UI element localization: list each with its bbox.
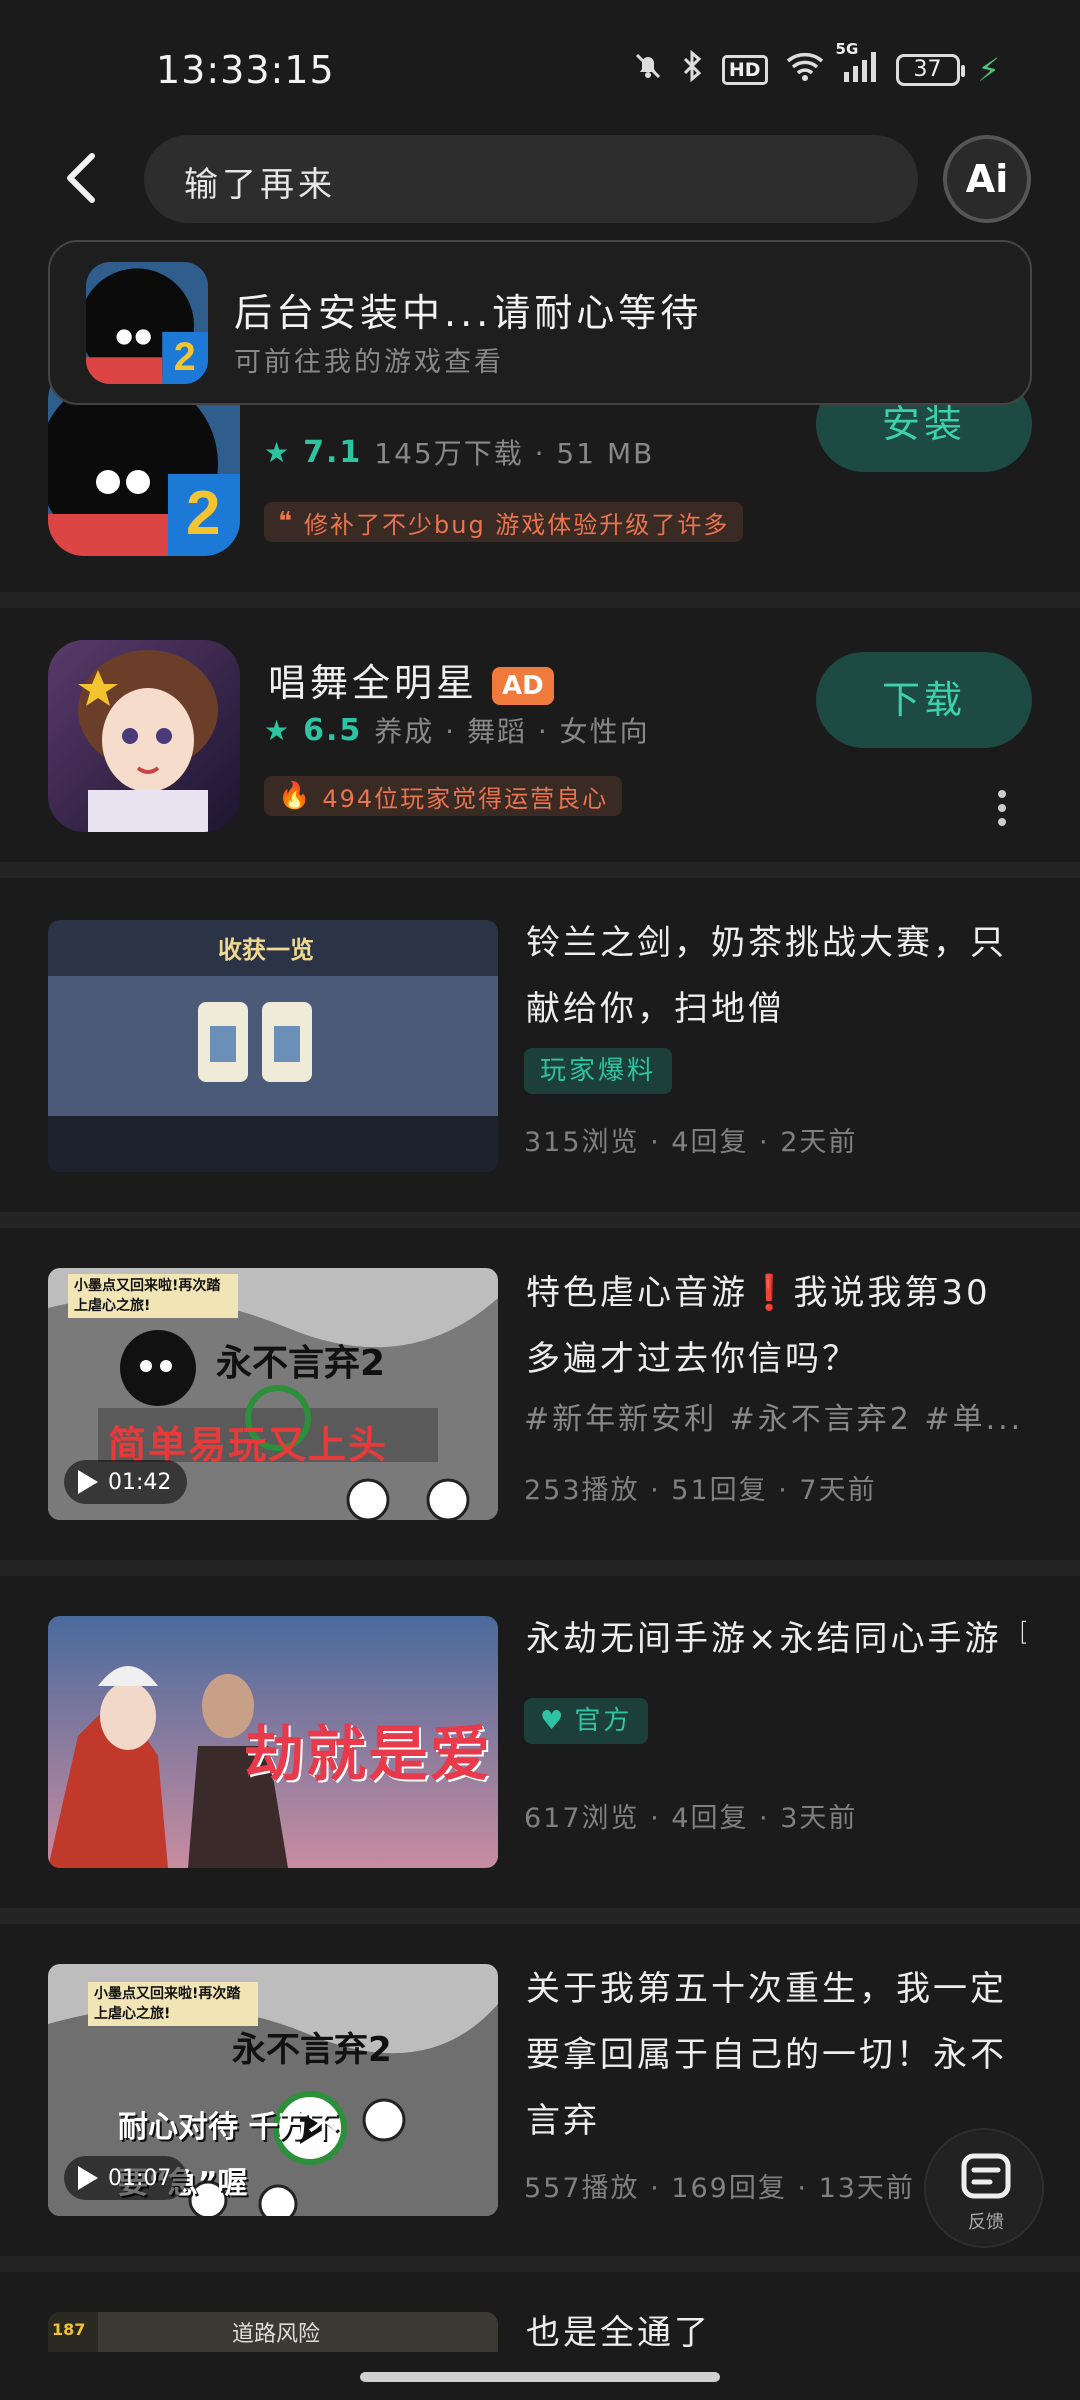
thumb-top-text: 小墨点又回来啦!再次踏上虐心之旅!: [88, 1982, 258, 2026]
network-type: 5G: [835, 40, 859, 58]
svg-text:2: 2: [186, 479, 220, 548]
wifi-icon: [786, 51, 824, 89]
video-duration: 01:07: [64, 2156, 188, 2200]
mute-icon: [632, 50, 664, 90]
play-icon: [78, 2166, 98, 2190]
star-icon: ★: [264, 435, 292, 469]
app-rating: 7.1: [303, 434, 363, 470]
official-badge-label: 官方: [574, 1706, 633, 1736]
post-hashtags: #新年新安利 #永不言弃2 #单...: [524, 1402, 1024, 1437]
quote-icon: ❝: [278, 507, 294, 537]
post-thumbnail: 187 道路风险: [48, 2312, 498, 2352]
divider: [0, 592, 1080, 608]
toast-app-icon: 2: [86, 262, 208, 384]
ai-assistant-button[interactable]: Ai: [943, 135, 1031, 223]
signal-icon: 5G: [836, 40, 878, 90]
post-thumbnail: 小墨点又回来啦!再次踏上虐心之旅! 永不言弃2 耐心对待 千万不要“急”喔 01…: [48, 1964, 498, 2216]
post-title: 永劫无间手游×永结同心手游『: [526, 1619, 1026, 1659]
thumb-caption: 劫就是爱: [244, 1720, 492, 1790]
divider: [0, 1908, 1080, 1924]
toast-subtitle: 可前往我的游戏查看: [234, 347, 504, 378]
official-badge: ♥ 官方: [524, 1698, 649, 1744]
feedback-button[interactable]: 反馈: [924, 2128, 1044, 2248]
battery-indicator: 37: [895, 54, 965, 86]
duration-text: 01:07: [108, 2165, 172, 2191]
thumb-game-title: 永不言弃2: [216, 1343, 386, 1384]
video-duration: 01:42: [64, 1460, 188, 1504]
status-icons: HD 5G 37 ⚡: [632, 40, 1000, 90]
thumb-top-text: 小墨点又回来啦!再次踏上虐心之旅!: [68, 1274, 238, 1318]
app-tag-text: 修补了不少bug 游戏体验升级了许多: [304, 510, 730, 539]
post-thumbnail: 小墨点又回来啦!再次踏上虐心之旅! 永不言弃2 简单易玩又上头 01:42: [48, 1268, 498, 1520]
app-rating: 6.5: [303, 712, 363, 748]
app-tag: ❝ 修补了不少bug 游戏体验升级了许多: [264, 502, 744, 542]
thumb-game-title: 永不言弃2: [232, 2030, 392, 2070]
post-stats: 253播放 · 51回复 · 7天前: [524, 1475, 877, 1506]
toast-title: 后台安装中...请耐心等待: [234, 291, 703, 335]
duration-text: 01:42: [108, 1469, 172, 1495]
app-icon: [48, 640, 240, 832]
download-button[interactable]: 下载: [816, 652, 1032, 748]
back-button[interactable]: [56, 150, 112, 206]
hd-badge: HD: [721, 55, 768, 85]
thumb-level: 187: [52, 2320, 86, 2339]
app-tag-text: 494位玩家觉得运营良心: [322, 784, 609, 813]
star-icon: ★: [264, 713, 292, 747]
home-indicator[interactable]: [360, 2372, 720, 2382]
app-meta-row: ★ 6.5 养成 · 舞蹈 · 女性向: [264, 710, 650, 750]
post-stats: 315浏览 · 4回复 · 2天前: [524, 1127, 858, 1158]
ad-badge: AD: [492, 666, 554, 705]
app-title: 唱舞全明星 AD: [268, 652, 554, 707]
app-title-text: 唱舞全明星: [268, 661, 479, 705]
status-time: 13:33:15: [156, 48, 335, 92]
divider: [0, 862, 1080, 878]
install-toast[interactable]: 2 后台安装中...请耐心等待 可前往我的游戏查看: [48, 240, 1032, 405]
charging-icon: ⚡: [977, 51, 1000, 89]
app-meta: 养成 · 舞蹈 · 女性向: [374, 715, 650, 748]
app-meta-row: ★ 7.1 145万下载 · 51 MB: [264, 432, 654, 472]
chevron-left-icon: [67, 153, 95, 203]
post-thumbnail: 劫就是爱: [48, 1616, 498, 1868]
play-icon: [78, 1470, 98, 1494]
divider: [0, 1212, 1080, 1228]
post-title: 特色虐心音游❗我说我第30多遍才过去你信吗？: [526, 1273, 991, 1379]
post-title: 也是全通了: [526, 2313, 711, 2353]
app-meta: 145万下载 · 51 MB: [374, 437, 655, 470]
chat-icon: [961, 2153, 1011, 2199]
search-query: 输了再来: [184, 165, 336, 205]
post-stats: 617浏览 · 4回复 · 3天前: [524, 1803, 858, 1834]
divider: [0, 1560, 1080, 1576]
bluetooth-icon: [682, 49, 704, 90]
search-input[interactable]: 输了再来: [144, 135, 918, 223]
verified-icon: ♥: [540, 1706, 567, 1736]
fire-icon: 🔥: [278, 781, 313, 811]
thumb-caption: 收获一览: [218, 936, 314, 964]
post-title: 铃兰之剑，奶茶挑战大赛，只献给你，扫地僧: [526, 923, 1007, 1029]
post-stats: 557播放 · 169回复 · 13天前: [524, 2173, 915, 2204]
post-badge: 玩家爆料: [524, 1048, 673, 1094]
more-options-icon[interactable]: [996, 790, 1008, 826]
status-bar: 13:33:15 HD 5G 37 ⚡: [0, 0, 1080, 130]
post-title: 关于我第五十次重生，我一定要拿回属于自己的一切！永不言弃: [526, 1969, 1007, 2141]
divider: [0, 2256, 1080, 2272]
feedback-label: 反馈: [968, 2212, 1004, 2233]
svg-text:2: 2: [174, 335, 196, 379]
thumb-caption: 道路风险: [232, 2322, 321, 2347]
post-thumbnail: 收获一览: [48, 920, 498, 1172]
app-tag: 🔥 494位玩家觉得运营良心: [264, 776, 623, 816]
